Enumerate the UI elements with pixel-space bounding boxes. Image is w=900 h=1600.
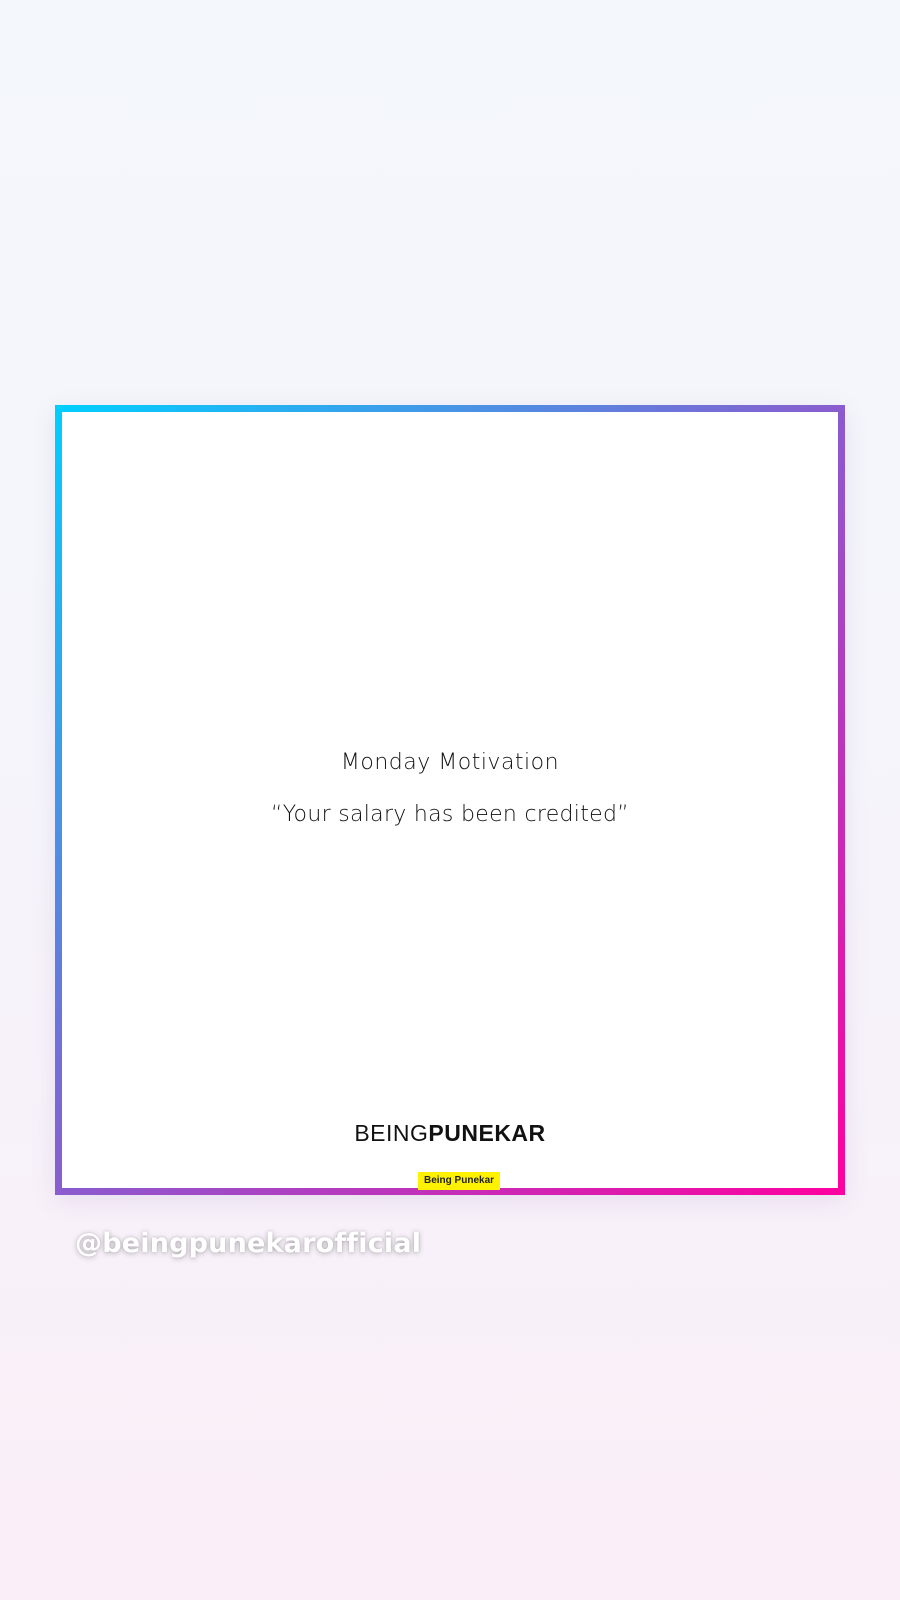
brand-logo-bold: PUNEKAR [428,1120,546,1146]
quote-title: Monday Motivation [340,750,560,775]
brand-logo-light: BEING [354,1120,429,1146]
post-card[interactable]: Monday Motivation “Your salary has been … [62,412,838,1188]
brand-logo: BEINGPUNEKAR [62,1122,838,1145]
mention-handle[interactable]: @beingpunekarofficial [75,1230,421,1257]
story-canvas: Monday Motivation “Your salary has been … [0,0,900,1600]
quote-block: Monday Motivation “Your salary has been … [62,752,838,826]
post-frame: Monday Motivation “Your salary has been … [55,405,845,1195]
quote-text: “Your salary has been credited” [271,802,629,827]
account-badge[interactable]: Being Punekar [418,1172,501,1190]
